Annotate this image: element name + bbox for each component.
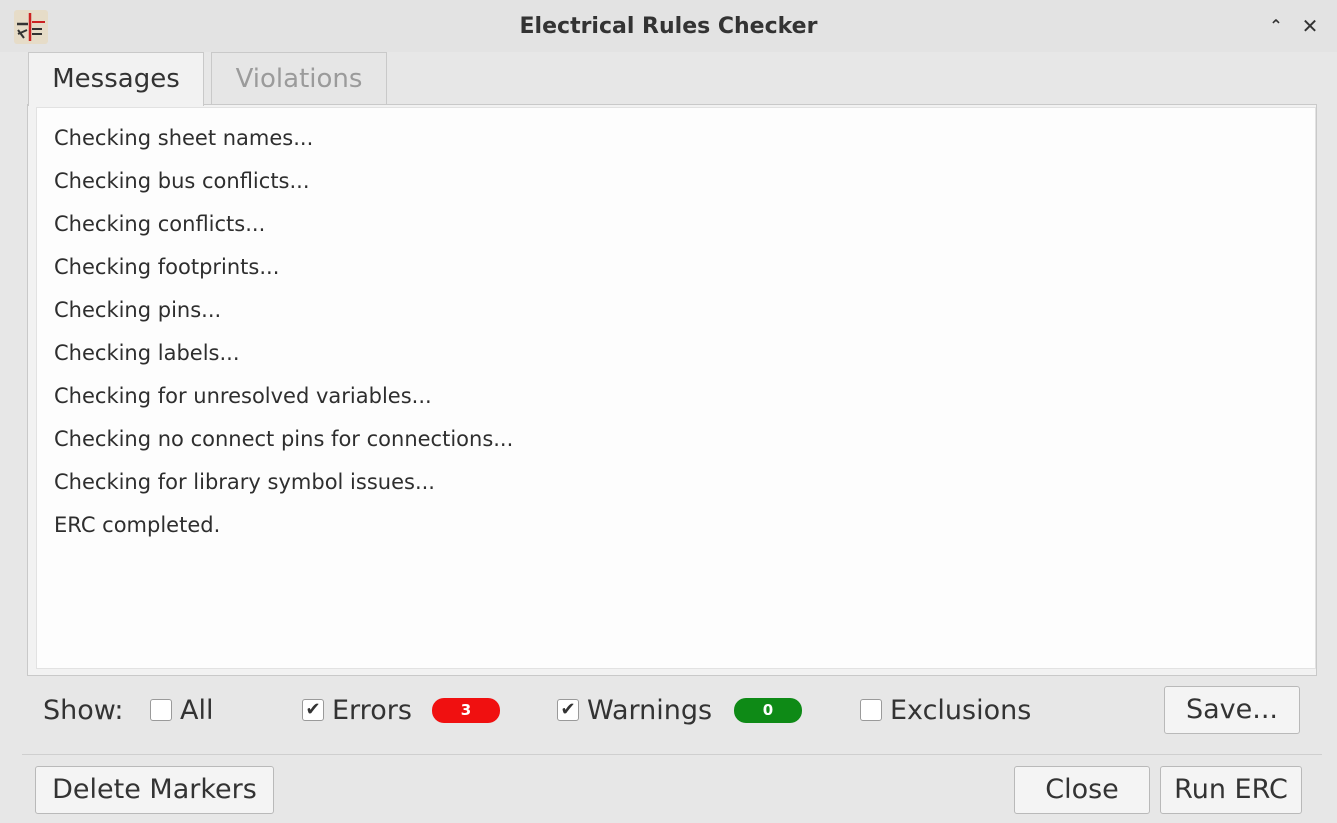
- list-item: Checking for unresolved variables...: [54, 384, 432, 408]
- title-bar: Electrical Rules Checker ⌃ ✕: [0, 0, 1337, 52]
- warnings-label[interactable]: Warnings: [587, 695, 712, 726]
- list-item: Checking for library symbol issues...: [54, 470, 435, 494]
- list-item: Checking conflicts...: [54, 212, 266, 236]
- tab-messages[interactable]: Messages: [28, 52, 204, 106]
- errors-checkbox[interactable]: ✔: [302, 699, 324, 721]
- warnings-count-badge: 0: [734, 698, 802, 723]
- all-checkbox[interactable]: [150, 699, 172, 721]
- all-label[interactable]: All: [180, 695, 213, 726]
- messages-panel: Checking sheet names... Checking bus con…: [27, 104, 1317, 676]
- exclusions-label[interactable]: Exclusions: [890, 695, 1031, 726]
- errors-label[interactable]: Errors: [332, 695, 412, 726]
- list-item: ERC completed.: [54, 513, 221, 537]
- list-item: Checking bus conflicts...: [54, 169, 310, 193]
- delete-markers-button[interactable]: Delete Markers: [35, 766, 274, 814]
- close-button[interactable]: Close: [1014, 766, 1150, 814]
- list-item: Checking footprints...: [54, 255, 280, 279]
- list-item: Checking labels...: [54, 341, 240, 365]
- warnings-checkbox[interactable]: ✔: [557, 699, 579, 721]
- list-item: Checking no connect pins for connections…: [54, 427, 514, 451]
- close-icon[interactable]: ✕: [1298, 14, 1322, 38]
- save-button[interactable]: Save...: [1164, 686, 1300, 734]
- show-label: Show:: [43, 695, 124, 726]
- list-item: Checking pins...: [54, 298, 222, 322]
- exclusions-checkbox[interactable]: [860, 699, 882, 721]
- window-title: Electrical Rules Checker: [519, 14, 818, 39]
- errors-count-badge: 3: [432, 698, 500, 723]
- tab-violations[interactable]: Violations: [211, 52, 387, 104]
- minimize-icon[interactable]: ⌃: [1264, 14, 1288, 38]
- run-erc-button[interactable]: Run ERC: [1160, 766, 1302, 814]
- filter-row: Show: All ✔ Errors 3 ✔ Warnings 0 Exclus…: [0, 686, 1337, 736]
- list-item: Checking sheet names...: [54, 126, 314, 150]
- messages-list[interactable]: Checking sheet names... Checking bus con…: [36, 107, 1316, 669]
- divider: [22, 754, 1322, 755]
